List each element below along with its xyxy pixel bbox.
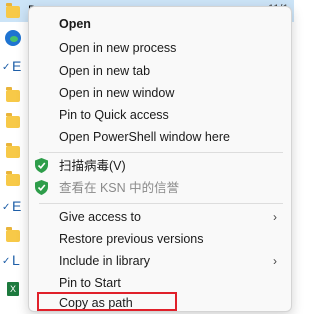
menu-item-give-access[interactable]: Give access to › bbox=[29, 206, 291, 228]
folder-icon bbox=[6, 113, 20, 128]
menu-item-restore-versions[interactable]: Restore previous versions bbox=[29, 228, 291, 250]
menu-item-include-library[interactable]: Include in library › bbox=[29, 250, 291, 272]
menu-item-pin-start[interactable]: Pin to Start bbox=[29, 272, 291, 294]
excel-file-icon: X bbox=[7, 282, 19, 296]
menu-item-open-new-tab[interactable]: Open in new tab bbox=[29, 60, 291, 82]
side-label-2: E bbox=[12, 198, 22, 214]
kaspersky-shield-icon bbox=[35, 158, 48, 173]
menu-item-open-new-process[interactable]: Open in new process bbox=[29, 37, 291, 59]
folder-icon bbox=[6, 143, 20, 158]
menu-item-open-new-window[interactable]: Open in new window bbox=[29, 82, 291, 104]
chevron-down-icon[interactable]: ✓ bbox=[2, 256, 10, 267]
menu-item-pin-quick-access[interactable]: Pin to Quick access bbox=[29, 104, 291, 126]
folder-icon bbox=[6, 3, 20, 18]
kaspersky-shield-icon bbox=[35, 180, 48, 195]
folder-icon bbox=[6, 227, 20, 242]
folder-icon bbox=[6, 87, 20, 102]
copy-as-path-highlight bbox=[37, 292, 177, 311]
menu-separator bbox=[39, 152, 283, 153]
chevron-right-icon: › bbox=[273, 210, 277, 224]
chevron-down-icon[interactable]: ✓ bbox=[2, 202, 10, 213]
menu-separator bbox=[39, 203, 283, 204]
menu-item-ksn-reputation[interactable]: 查看在 KSN 中的信誉 bbox=[29, 177, 291, 199]
edge-browser-icon bbox=[5, 30, 21, 46]
side-label-3: L bbox=[12, 252, 20, 268]
chevron-down-icon[interactable]: ✓ bbox=[2, 62, 10, 73]
menu-item-scan-virus[interactable]: 扫描病毒(V) bbox=[29, 155, 291, 177]
menu-item-open[interactable]: Open bbox=[29, 13, 291, 35]
chevron-right-icon: › bbox=[273, 254, 277, 268]
side-label-1: E bbox=[12, 58, 22, 74]
menu-item-open-powershell[interactable]: Open PowerShell window here bbox=[29, 126, 291, 148]
context-menu: Open Open in new process Open in new tab… bbox=[28, 6, 292, 312]
folder-icon bbox=[6, 171, 20, 186]
